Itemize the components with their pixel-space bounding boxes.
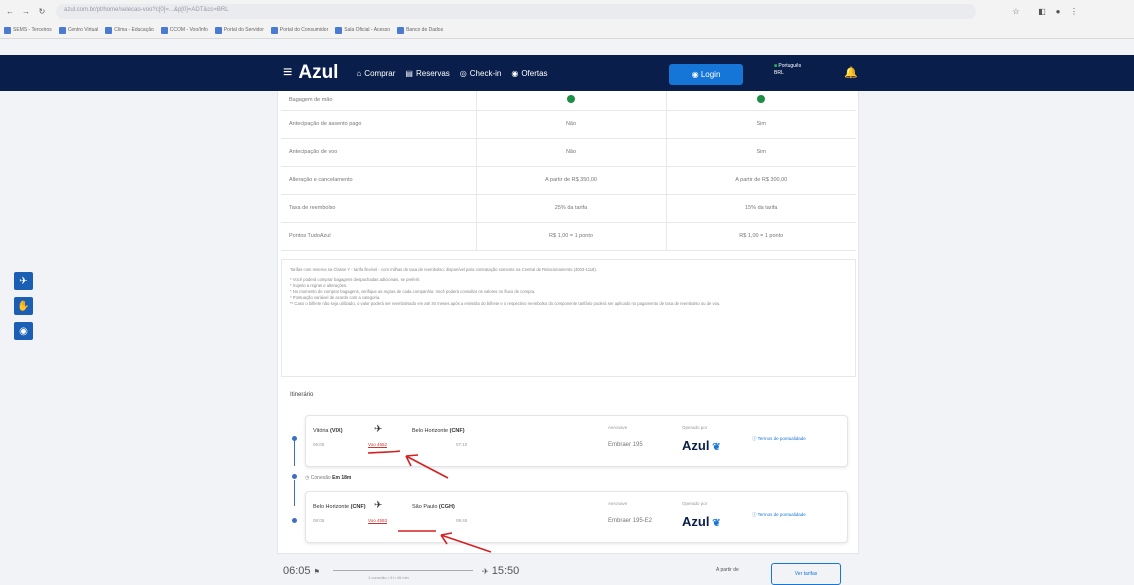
annotation-arrows <box>367 450 492 553</box>
annotation-arrow <box>440 532 492 553</box>
annotation-arrow <box>367 450 401 454</box>
annotation-arrow <box>405 454 449 479</box>
